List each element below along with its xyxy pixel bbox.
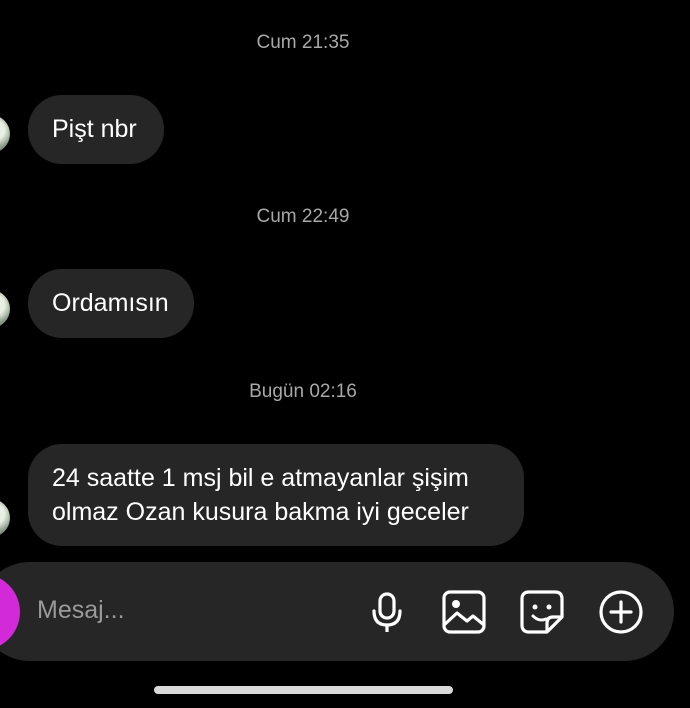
message-bubble[interactable]: Ordamısın bbox=[28, 269, 194, 338]
message-composer: Mesaj... bbox=[0, 562, 674, 661]
microphone-icon[interactable] bbox=[364, 589, 410, 635]
avatar[interactable] bbox=[0, 499, 10, 537]
message-bubble[interactable]: Pişt nbr bbox=[28, 95, 164, 164]
timestamp: Cum 22:49 bbox=[256, 206, 350, 227]
timestamp: Bugün 02:16 bbox=[249, 381, 357, 402]
camera-button[interactable] bbox=[0, 574, 20, 650]
plus-icon[interactable] bbox=[598, 589, 644, 635]
message-input[interactable]: Mesaj... bbox=[37, 596, 125, 625]
home-indicator[interactable] bbox=[154, 686, 453, 694]
timestamp: Cum 21:35 bbox=[256, 32, 350, 53]
sticker-icon[interactable] bbox=[519, 589, 565, 635]
gallery-icon[interactable] bbox=[441, 589, 487, 635]
avatar[interactable] bbox=[0, 115, 10, 153]
avatar[interactable] bbox=[0, 290, 10, 328]
message-bubble[interactable]: 24 saatte 1 msj bil e atmayanlar şişim o… bbox=[28, 444, 524, 546]
